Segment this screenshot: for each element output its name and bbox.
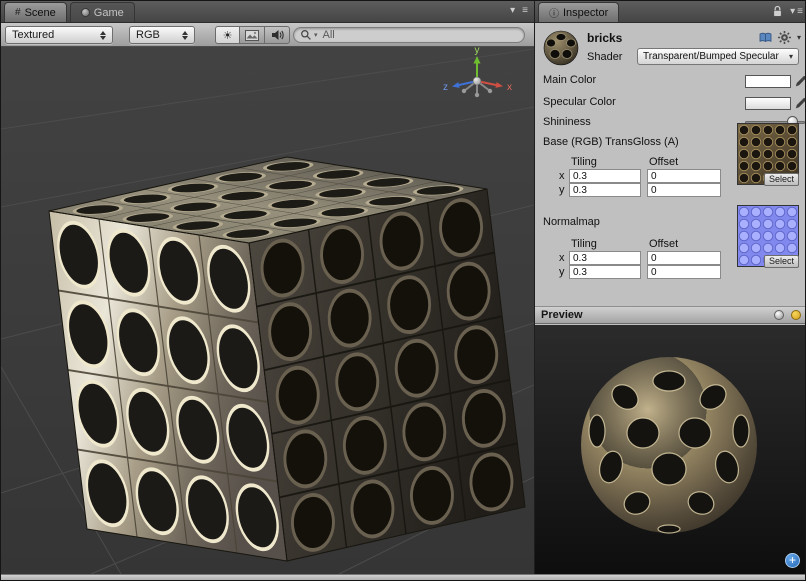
unity-editor-window: # Scene Game ▾ ≡ Textured RGB ☀ <box>0 0 806 581</box>
plus-icon: + <box>789 553 796 567</box>
axis-y-label: y <box>559 184 565 196</box>
popup-arrows-icon <box>182 31 188 40</box>
gear-icon[interactable] <box>778 31 791 44</box>
tab-game[interactable]: Game <box>70 2 135 22</box>
tiling-column-header: Tiling <box>571 156 597 168</box>
color-mode-value: RGB <box>136 29 176 41</box>
search-icon <box>300 29 312 41</box>
base-texture-label: Base (RGB) TransGloss (A) <box>543 136 679 148</box>
tab-scene[interactable]: # Scene <box>4 2 67 22</box>
pane-menu-arrow-icon[interactable]: ▾ <box>790 6 795 17</box>
preview-sphere <box>581 357 757 533</box>
tab-game-label: Game <box>94 7 124 19</box>
gizmo-y-label: y <box>475 47 480 56</box>
pane-menu-lines-icon[interactable]: ≡ <box>797 6 803 17</box>
base-tiling-x-input[interactable] <box>569 169 641 183</box>
pane-menu-lines-icon[interactable]: ≡ <box>522 5 528 16</box>
axis-x-label: x <box>559 252 565 264</box>
base-texture-select-button[interactable]: Select <box>764 173 799 186</box>
scene-toolbar: Textured RGB ☀ ▾ All <box>1 23 534 47</box>
help-book-icon[interactable] <box>759 32 772 43</box>
inspector-tabbar-icons: ▾≡ <box>772 5 803 18</box>
material-preview[interactable]: + <box>535 325 806 574</box>
base-tiling-y-input[interactable] <box>569 183 641 197</box>
tiling-column-header: Tiling <box>571 238 597 250</box>
normalmap-tiling-x-input[interactable] <box>569 251 641 265</box>
specular-color-swatch[interactable] <box>745 97 791 110</box>
material-name: bricks <box>587 31 622 45</box>
info-icon: ⓘ <box>549 5 559 20</box>
specular-color-label: Specular Color <box>543 96 616 108</box>
normalmap-select-button[interactable]: Select <box>764 255 799 268</box>
eyedropper-icon[interactable] <box>795 96 806 109</box>
search-filter-arrow-icon[interactable]: ▾ <box>314 31 318 39</box>
game-icon <box>81 8 90 17</box>
draw-mode-dropdown[interactable]: Textured <box>5 26 113 44</box>
shininess-label: Shininess <box>543 116 591 128</box>
main-color-swatch[interactable] <box>745 75 791 88</box>
normalmap-offset-y-input[interactable] <box>647 265 721 279</box>
draw-mode-value: Textured <box>12 29 94 41</box>
material-inspector: bricks ▾ Shader Transparent/Bumped Specu… <box>535 23 806 306</box>
offset-column-header: Offset <box>649 156 678 168</box>
material-sphere-icon <box>542 29 580 67</box>
preview-light-toggle-icon[interactable] <box>774 310 784 320</box>
tab-scene-label: Scene <box>25 7 56 19</box>
pane-menu-arrow-icon[interactable]: ▾ <box>510 5 515 16</box>
tab-inspector-label: Inspector <box>563 7 608 19</box>
audio-toggle-button[interactable] <box>265 26 290 44</box>
eyedropper-icon[interactable] <box>795 74 806 87</box>
render-mode-toggle-button[interactable] <box>240 26 265 44</box>
image-icon <box>245 30 259 41</box>
normalmap-tiling-y-input[interactable] <box>569 265 641 279</box>
inspector-pane: ⓘ Inspector ▾≡ <box>534 1 806 574</box>
gizmo-z-label: z <box>443 82 448 93</box>
scene-pane-menu[interactable]: ▾ ≡ <box>508 5 528 16</box>
axis-y-label: y <box>559 266 565 278</box>
preview-model-toggle-icon[interactable] <box>791 310 801 320</box>
shader-dropdown[interactable]: Transparent/Bumped Specular ▾ <box>637 48 799 65</box>
scene-viewport[interactable]: y x z <box>1 47 534 574</box>
scene-view-toggles: ☀ <box>215 26 290 44</box>
base-offset-y-input[interactable] <box>647 183 721 197</box>
preview-add-button[interactable]: + <box>785 553 800 568</box>
preview-title: Preview <box>541 309 583 321</box>
lighting-toggle-button[interactable]: ☀ <box>215 26 240 44</box>
dropdown-arrow-icon: ▾ <box>789 52 793 61</box>
lock-icon[interactable] <box>772 5 783 18</box>
gizmo-x-label: x <box>507 82 512 93</box>
offset-column-header: Offset <box>649 238 678 250</box>
inspector-tabbar: ⓘ Inspector ▾≡ <box>535 1 806 23</box>
sun-icon: ☀ <box>223 29 233 42</box>
scene-search-field[interactable]: ▾ All <box>293 27 525 43</box>
normalmap-label: Normalmap <box>543 216 600 228</box>
gear-menu-arrow-icon[interactable]: ▾ <box>797 33 801 42</box>
window-resize-bar[interactable] <box>1 574 805 581</box>
shader-label: Shader <box>587 51 622 63</box>
popup-arrows-icon <box>100 31 106 40</box>
tab-inspector[interactable]: ⓘ Inspector <box>538 2 619 22</box>
axis-x-label: x <box>559 170 565 182</box>
color-mode-dropdown[interactable]: RGB <box>129 26 195 44</box>
base-offset-x-input[interactable] <box>647 169 721 183</box>
inspector-pane-menu[interactable]: ▾≡ <box>788 6 803 17</box>
normalmap-offset-x-input[interactable] <box>647 251 721 265</box>
search-placeholder-text: All <box>323 29 335 41</box>
textured-cube[interactable] <box>49 157 525 561</box>
main-color-label: Main Color <box>543 74 596 86</box>
speaker-icon <box>271 29 284 41</box>
scene-grid-icon: # <box>15 7 21 18</box>
scene-tabbar: # Scene Game ▾ ≡ <box>1 1 534 23</box>
shader-value: Transparent/Bumped Specular <box>643 51 779 62</box>
preview-header[interactable]: Preview <box>535 306 806 324</box>
